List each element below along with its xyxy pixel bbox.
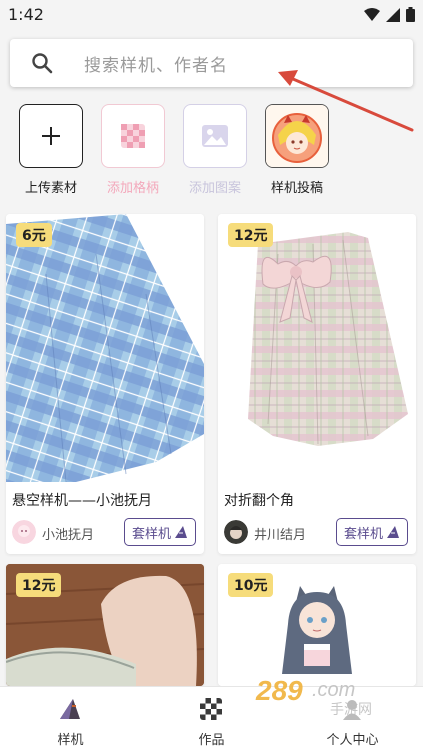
price-badge: 6元 [16, 223, 52, 247]
nav-label-profile: 个人中心 [326, 733, 379, 748]
mockup-card[interactable]: 12元 [6, 564, 204, 686]
battery-icon [406, 7, 415, 22]
submit-mockup-button[interactable]: 样机投稿 [257, 104, 337, 196]
avatar [224, 520, 248, 544]
nav-label-mockups: 样机 [57, 733, 84, 748]
profile-icon [343, 700, 361, 720]
signal-icon [386, 7, 400, 22]
nav-item-profile[interactable]: 个人中心 [282, 687, 423, 752]
bottom-nav: 样机 作品 个人中心 [0, 686, 423, 752]
upload-material-label: 上传素材 [24, 181, 77, 196]
author-name: 井川结月 [254, 528, 307, 543]
wizard-hat-icon [60, 699, 80, 719]
nav-item-works[interactable]: 作品 [141, 687, 282, 752]
checker-icon [121, 124, 145, 148]
add-grid-button[interactable]: 添加格柄 [93, 104, 173, 196]
submit-mockup-label: 样机投稿 [270, 181, 323, 196]
mockup-image-photo: 12元 [6, 564, 204, 686]
upload-tile [19, 104, 83, 168]
price-badge: 12元 [228, 223, 274, 247]
add-pattern-button[interactable]: 添加图案 [175, 104, 255, 196]
apply-mockup-button[interactable]: 套样机 [336, 518, 408, 546]
card-title: 悬空样机——小池抚月 [12, 493, 152, 509]
mockup-card[interactable]: 10元 [218, 564, 416, 686]
search-placeholder: 搜索样机、作者名 [84, 56, 228, 76]
apply-mockup-label: 套样机 [131, 526, 171, 542]
mockup-card[interactable]: 12元 对折翻个角 井川结月 套样机 [218, 214, 416, 554]
mockup-image-skirt-pink: 12元 [218, 214, 416, 482]
nav-label-works: 作品 [198, 733, 225, 748]
price-badge: 12元 [16, 573, 62, 597]
apply-mockup-label: 套样机 [343, 526, 383, 542]
plus-icon [42, 127, 60, 145]
add-grid-tile [101, 104, 165, 168]
mockup-image-skirt-blue: 6元 [6, 214, 204, 482]
mockup-card[interactable]: 6元 悬空样机——小池抚月 小池抚月 套样机 [6, 214, 204, 554]
apply-mockup-button[interactable]: 套样机 [124, 518, 196, 546]
add-pattern-tile [183, 104, 247, 168]
mockup-image-character: 10元 [218, 564, 416, 686]
submit-mockup-tile [265, 104, 329, 168]
quick-actions: 上传素材 添加格柄 添加图案 样机投稿 [0, 104, 423, 200]
status-bar: 1:42 [0, 0, 423, 30]
add-pattern-label: 添加图案 [188, 181, 241, 196]
mascot-logo-icon [266, 105, 328, 167]
status-icons [364, 7, 415, 22]
checker-icon [200, 698, 222, 720]
image-icon [202, 125, 228, 147]
wizard-hat-icon [387, 526, 399, 538]
upload-material-button[interactable]: 上传素材 [11, 104, 91, 196]
search-icon [32, 53, 53, 74]
wizard-hat-icon [175, 526, 187, 538]
search-input[interactable]: 搜索样机、作者名 [10, 39, 413, 87]
status-time: 1:42 [8, 5, 44, 24]
price-badge: 10元 [228, 573, 274, 597]
nav-item-mockups[interactable]: 样机 [0, 687, 141, 752]
wifi-icon [364, 7, 380, 21]
card-title: 对折翻个角 [224, 493, 294, 509]
author-name: 小池抚月 [42, 528, 95, 543]
add-grid-label: 添加格柄 [106, 181, 159, 196]
avatar [12, 520, 36, 544]
